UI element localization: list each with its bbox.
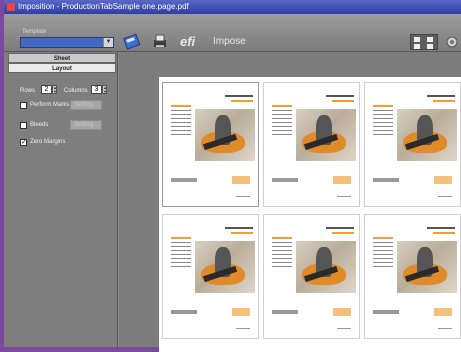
- zero-margins-label: Zero Margins: [30, 139, 66, 145]
- page-thumbnail[interactable]: [263, 214, 360, 339]
- impose-label: Impose: [213, 36, 246, 47]
- page-thumbnail[interactable]: [263, 82, 360, 207]
- template-select[interactable]: ▼: [20, 37, 114, 48]
- columns-input[interactable]: 3: [91, 85, 102, 94]
- tab-layout[interactable]: Layout: [8, 63, 116, 73]
- bleeds-label: Bleeds: [30, 122, 49, 128]
- chevron-down-icon[interactable]: ▼: [103, 38, 113, 47]
- imposition-canvas[interactable]: [119, 52, 461, 352]
- app-icon: [7, 3, 15, 11]
- page-thumbnail[interactable]: [162, 214, 259, 339]
- columns-label: Columns: [64, 88, 88, 94]
- window-title: Imposition - ProductionTabSample one.pag…: [18, 2, 189, 11]
- rows-label: Rows: [20, 88, 36, 94]
- template-label: Template: [22, 29, 47, 35]
- columns-stepper[interactable]: ▲ ▼: [102, 85, 107, 94]
- perform-marks-checkbox[interactable]: [20, 102, 27, 109]
- print-icon[interactable]: [150, 31, 170, 51]
- save-icon[interactable]: [122, 31, 142, 51]
- page-thumbnail[interactable]: [162, 82, 259, 207]
- press-sheet: [159, 77, 461, 352]
- settings-icon[interactable]: [444, 34, 458, 50]
- page-thumbnail[interactable]: [364, 214, 461, 339]
- layout-panel: Sheet Layout Rows 2 ▲ ▼ Columns 3 ▲ ▼ Perf…: [4, 52, 118, 347]
- efi-logo: efi: [180, 34, 196, 49]
- grid-layout-icon[interactable]: [410, 34, 438, 50]
- toolbar: Template ▼ efi Impose: [4, 14, 461, 52]
- perform-marks-setting-button[interactable]: Setting...: [70, 100, 102, 110]
- imposition-window: Imposition - ProductionTabSample one.pag…: [4, 0, 461, 352]
- title-bar: Imposition - ProductionTabSample one.pag…: [4, 0, 461, 14]
- bleeds-setting-button[interactable]: Setting...: [70, 120, 102, 130]
- page-thumbnail[interactable]: [364, 82, 461, 207]
- rows-stepper[interactable]: ▲ ▼: [52, 85, 57, 94]
- bleeds-checkbox[interactable]: [20, 122, 27, 129]
- rows-input[interactable]: 2: [41, 85, 52, 94]
- zero-margins-checkbox[interactable]: ✓: [20, 139, 27, 146]
- tab-sheet[interactable]: Sheet: [8, 53, 116, 63]
- perform-marks-label: Perform Marks: [30, 102, 70, 108]
